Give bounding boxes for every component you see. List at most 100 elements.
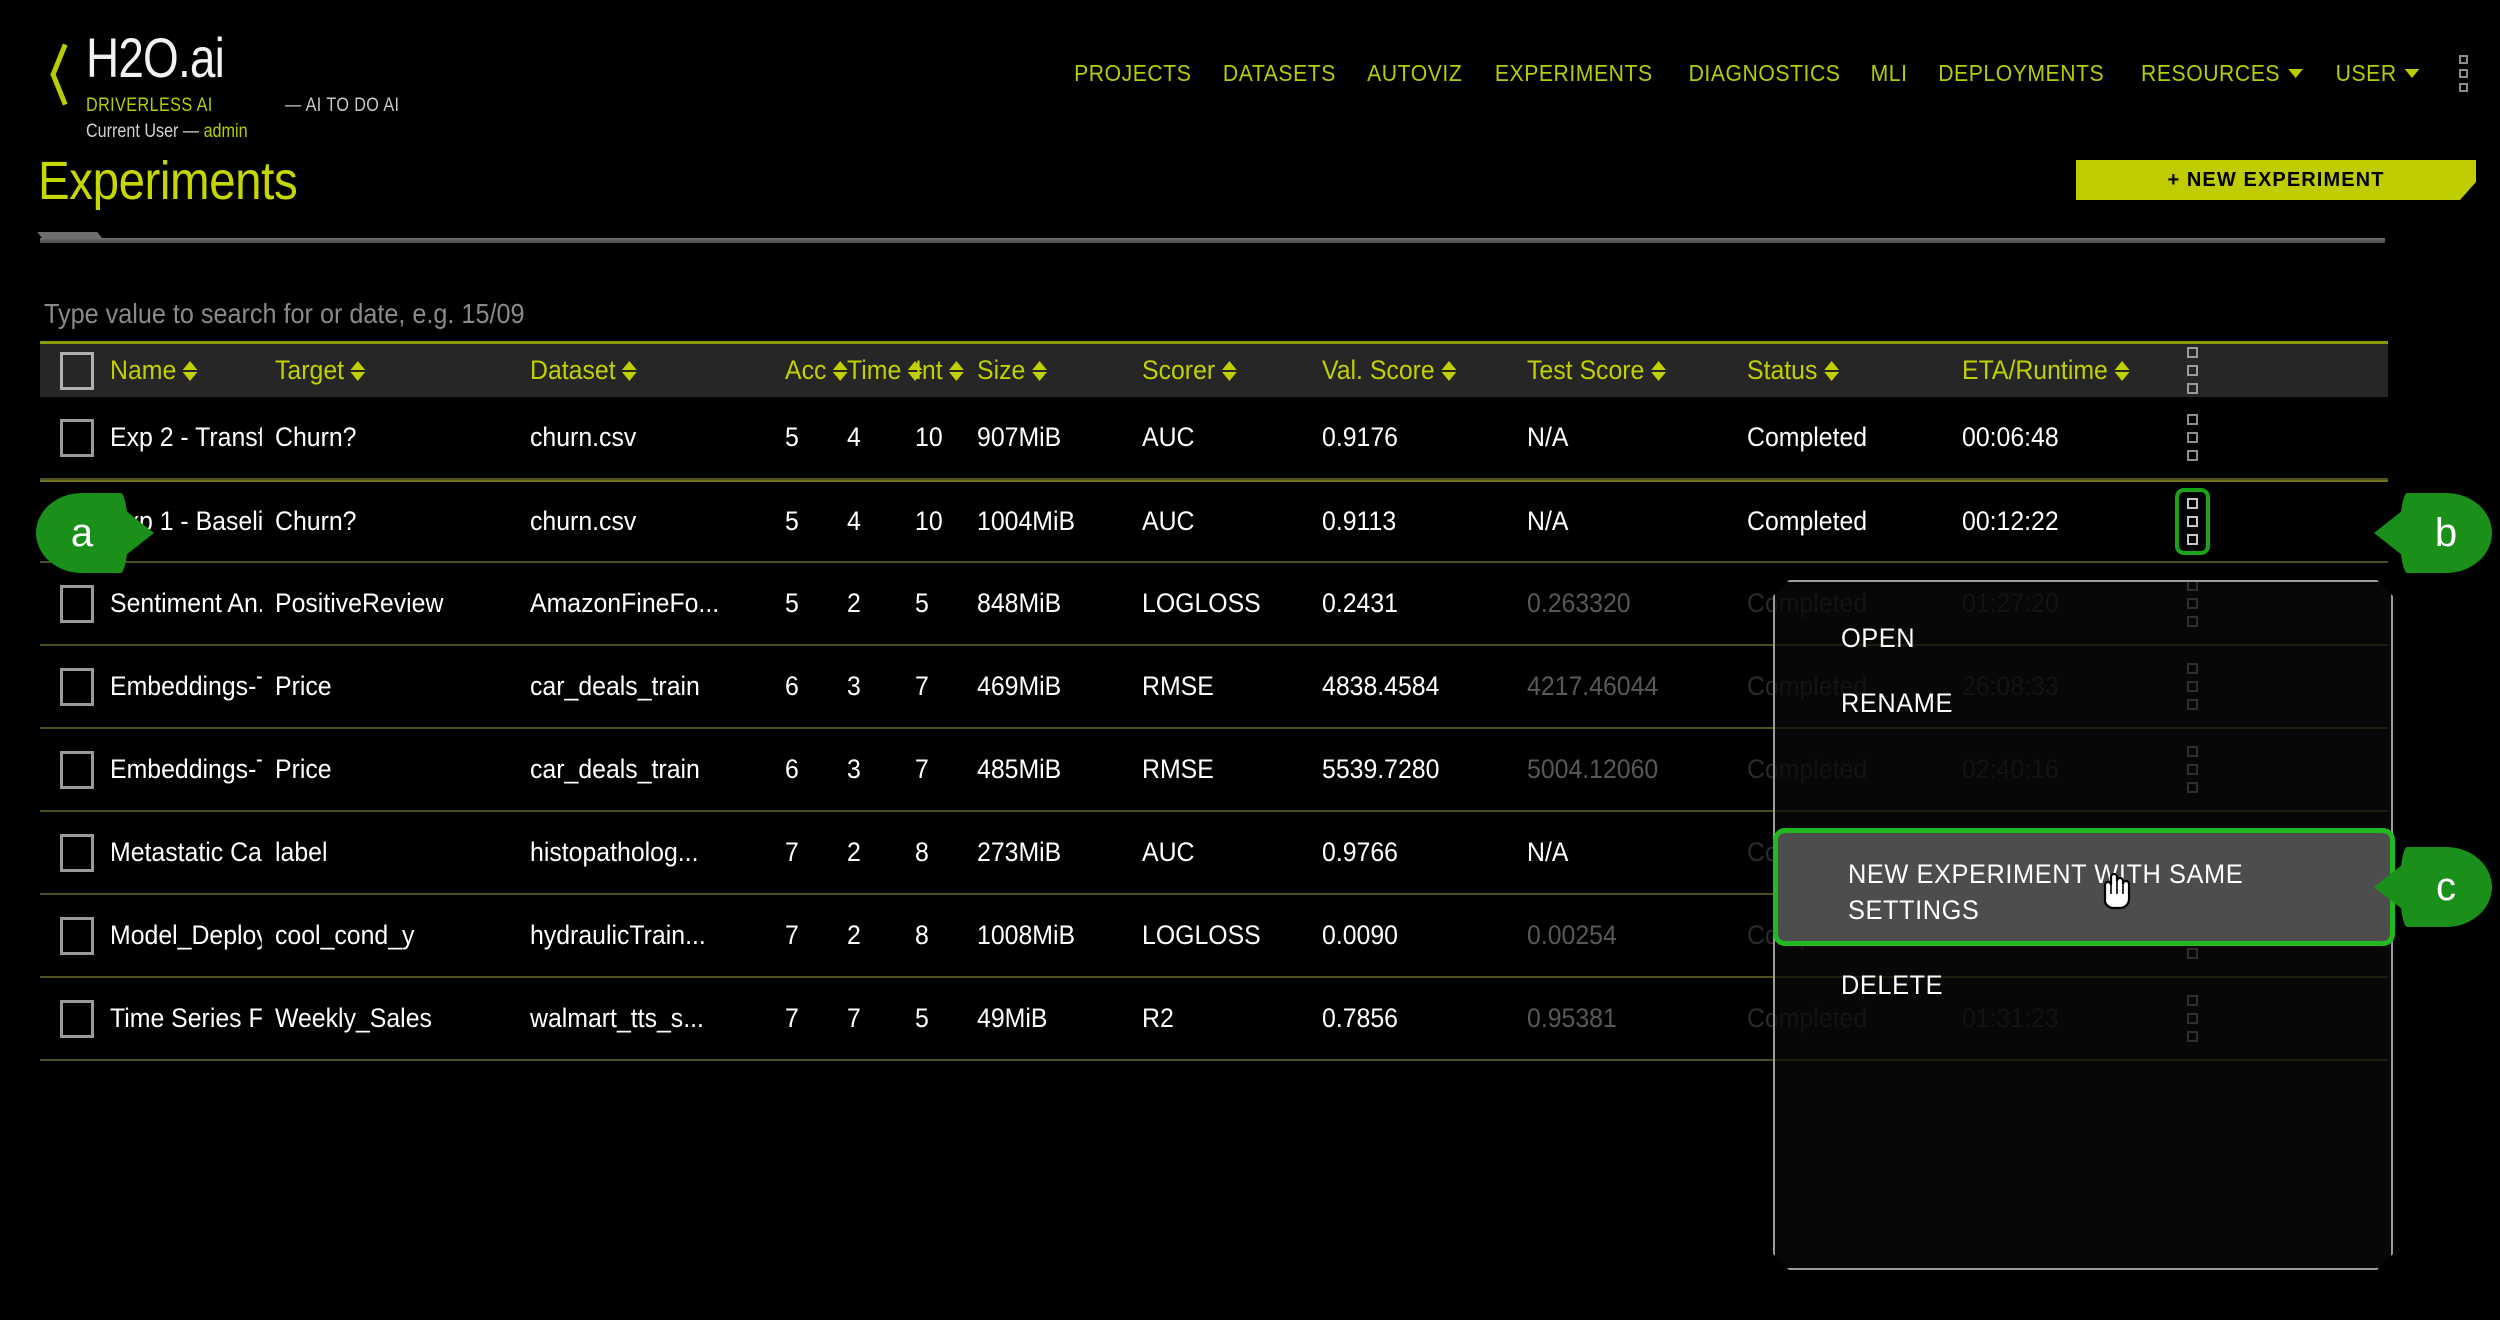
column-header-eta[interactable]: ETA/Runtime <box>1962 355 2146 386</box>
cell-target: PositiveReview <box>275 588 444 618</box>
cell-time: 7 <box>847 1003 861 1033</box>
column-label-val-score: Val. Score <box>1322 355 1435 385</box>
top-navigation: PROJECTS DATASETS AUTOVIZ EXPERIMENTS DI… <box>1069 55 2468 92</box>
nav-item-experiments[interactable]: EXPERIMENTS <box>1495 60 1653 87</box>
row-select-cell <box>40 418 110 457</box>
cell-time: 2 <box>847 588 861 618</box>
cell-time: 2 <box>847 837 861 867</box>
column-header-size[interactable]: Size <box>977 355 1129 386</box>
callout-marker-c: c <box>2400 847 2492 927</box>
cell-val-score: 5539.7280 <box>1322 754 1440 784</box>
sort-icon-name[interactable] <box>182 360 198 381</box>
column-header-scorer[interactable]: Scorer <box>1142 355 1308 386</box>
column-header-status[interactable]: Status <box>1747 355 1945 386</box>
cell-name: Embeddings-T... <box>110 671 262 701</box>
sort-icon-eta[interactable] <box>2114 360 2130 381</box>
cell-dataset: histopatholog... <box>530 837 699 867</box>
cell-acc: 6 <box>785 671 799 701</box>
column-header-acc[interactable]: Acc <box>785 355 848 386</box>
sort-icon-acc[interactable] <box>832 360 848 381</box>
column-header-int[interactable]: Int <box>915 355 972 386</box>
nav-item-datasets[interactable]: DATASETS <box>1223 60 1336 87</box>
nav-item-autoviz[interactable]: AUTOVIZ <box>1367 60 1462 87</box>
cell-time: 3 <box>847 671 861 701</box>
sort-icon-test-score[interactable] <box>1650 360 1666 381</box>
row-checkbox[interactable] <box>60 750 94 789</box>
row-checkbox[interactable] <box>60 667 94 706</box>
sort-icon-val-score[interactable] <box>1441 360 1456 381</box>
cell-target: Churn? <box>275 506 357 536</box>
row-checkbox[interactable] <box>60 418 94 457</box>
cell-test-score: N/A <box>1527 837 1569 867</box>
search-input[interactable] <box>44 298 854 330</box>
cell-int: 8 <box>915 920 929 950</box>
column-label-acc: Acc <box>785 355 827 385</box>
column-label-dataset: Dataset <box>530 355 616 385</box>
table-row[interactable]: Exp 1 - Baseline Churn? churn.csv 5 4 10… <box>40 480 2388 563</box>
row-kebab-cell <box>2162 409 2222 466</box>
cell-acc: 5 <box>785 422 799 452</box>
sort-icon-target[interactable] <box>350 360 366 381</box>
callout-marker-a: a <box>36 493 128 573</box>
cell-target: Price <box>275 671 332 701</box>
cell-int: 7 <box>915 671 929 701</box>
menu-item-new-experiment-with-same-settings[interactable]: NEW EXPERIMENT WITH SAME SETTINGS <box>1773 828 2395 946</box>
cell-target: label <box>275 837 328 867</box>
sort-icon-dataset[interactable] <box>622 360 637 381</box>
column-header-dataset[interactable]: Dataset <box>530 355 765 386</box>
product-name: DRIVERLESS AI <box>86 95 213 116</box>
nav-item-resources[interactable]: RESOURCES <box>2141 60 2303 87</box>
nav-item-mli[interactable]: MLI <box>1871 60 1908 87</box>
cell-acc: 7 <box>785 920 799 950</box>
column-label-test-score: Test Score <box>1527 355 1645 385</box>
app-window: H2O.ai DRIVERLESS AI — AI TO DO AI Curre… <box>0 0 2500 1320</box>
cell-int: 8 <box>915 837 929 867</box>
cell-name: Embeddings-T... <box>110 754 262 784</box>
cell-target: Price <box>275 754 332 784</box>
menu-item-open[interactable]: OPEN <box>1841 623 1915 654</box>
table-row[interactable]: Exp 2 - Transf... Churn? churn.csv 5 4 1… <box>40 397 2388 480</box>
row-options-icon-active[interactable] <box>2174 488 2210 555</box>
row-checkbox[interactable] <box>60 916 94 955</box>
menu-item-delete[interactable]: DELETE <box>1841 970 1943 1001</box>
cell-test-score: 5004.12060 <box>1527 754 1659 784</box>
row-checkbox[interactable] <box>60 999 94 1038</box>
column-options-icon[interactable] <box>2180 342 2205 399</box>
sort-icon-int[interactable] <box>949 360 964 381</box>
cell-dataset: car_deals_train <box>530 754 700 784</box>
cell-val-score: 4838.4584 <box>1322 671 1440 701</box>
select-all-checkbox[interactable] <box>60 351 94 390</box>
cell-dataset: AmazonFineFo... <box>530 588 720 618</box>
sort-icon-status[interactable] <box>1823 360 1839 381</box>
row-select-cell <box>40 999 110 1038</box>
nav-item-user[interactable]: USER <box>2335 60 2419 87</box>
nav-item-projects[interactable]: PROJECTS <box>1074 60 1191 87</box>
page-title: Experiments <box>38 151 298 211</box>
column-header-name[interactable]: Name <box>110 355 262 386</box>
column-header-test-score[interactable]: Test Score <box>1527 355 1729 386</box>
row-select-cell <box>40 833 110 872</box>
row-checkbox[interactable] <box>60 833 94 872</box>
sort-icon-size[interactable] <box>1031 360 1047 381</box>
cell-eta: 00:12:22 <box>1962 506 2059 536</box>
new-experiment-button[interactable]: + NEW EXPERIMENT <box>2076 160 2476 200</box>
column-label-scorer: Scorer <box>1142 355 1216 385</box>
nav-item-diagnostics[interactable]: DIAGNOSTICS <box>1689 60 1841 87</box>
cell-time: 4 <box>847 422 861 452</box>
row-options-icon[interactable] <box>2180 409 2205 466</box>
menu-item-rename[interactable]: RENAME <box>1841 688 1953 719</box>
column-header-time[interactable]: Time <box>847 355 923 386</box>
brand-header: H2O.ai DRIVERLESS AI — AI TO DO AI Curre… <box>40 30 420 143</box>
column-header-target[interactable]: Target <box>275 355 510 386</box>
column-header-val-score[interactable]: Val. Score <box>1322 355 1511 386</box>
row-checkbox[interactable] <box>60 584 94 623</box>
nav-item-deployments[interactable]: DEPLOYMENTS <box>1938 60 2104 87</box>
cell-target: Churn? <box>275 422 357 452</box>
sort-icon-scorer[interactable] <box>1221 360 1237 381</box>
column-label-target: Target <box>275 355 345 385</box>
row-select-cell <box>40 750 110 789</box>
grid-dots-icon[interactable] <box>2459 55 2468 92</box>
row-kebab-cell <box>2162 488 2222 555</box>
chevron-left-icon[interactable] <box>40 42 70 100</box>
cell-name: Metastatic Ca... <box>110 837 262 867</box>
